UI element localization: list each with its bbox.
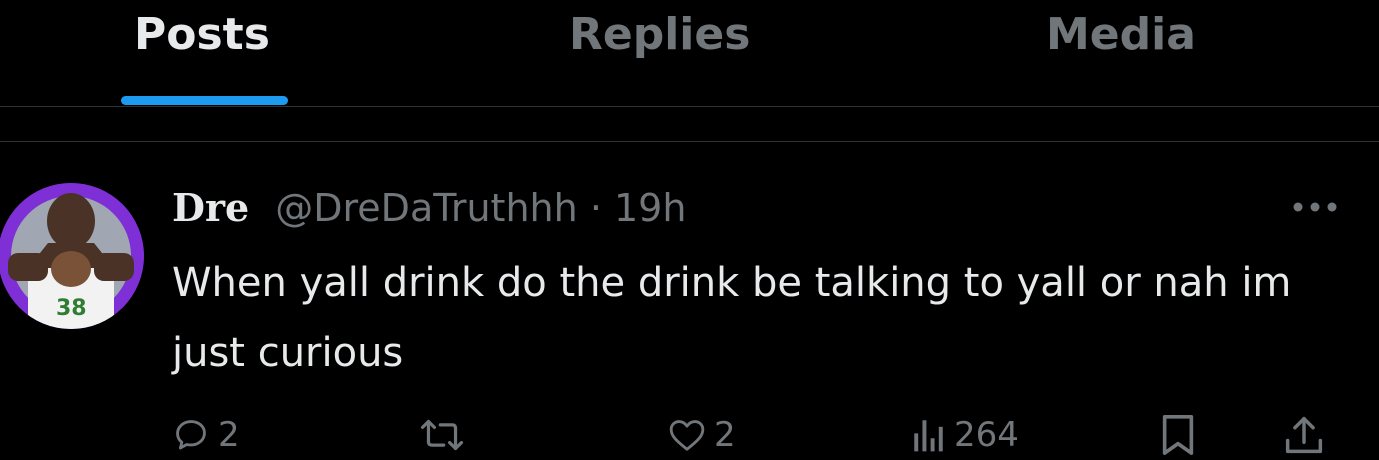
share-button[interactable] (1284, 413, 1324, 457)
like-button[interactable]: 2 (668, 413, 736, 457)
display-name[interactable]: Dre (172, 185, 249, 230)
tab-media[interactable]: Media (1046, 8, 1196, 62)
profile-tabs: Posts Replies Media (0, 0, 1379, 107)
views-chart-icon (914, 420, 943, 452)
separator-dot: · (589, 186, 602, 230)
heart-icon (669, 420, 705, 451)
like-count: 2 (714, 415, 736, 455)
svg-text:38: 38 (56, 296, 87, 321)
more-dots-icon (1293, 202, 1337, 212)
divider (0, 141, 1379, 142)
repost-icon (420, 419, 464, 451)
views-count: 264 (954, 415, 1019, 455)
bookmark-button[interactable] (1160, 413, 1196, 457)
reply-count: 2 (218, 415, 240, 455)
tab-replies[interactable]: Replies (569, 8, 750, 62)
share-icon (1285, 416, 1323, 454)
user-handle[interactable]: @DreDaTruthhh (275, 186, 577, 230)
avatar[interactable]: 38 (0, 183, 144, 329)
avatar-photo-icon: 38 (0, 183, 144, 329)
reply-icon (176, 420, 206, 450)
repost-button[interactable] (420, 413, 472, 457)
more-options-button[interactable] (1290, 192, 1340, 222)
tweet-text: When yall drink do the drink be talking … (172, 260, 1292, 376)
tab-posts[interactable]: Posts (134, 8, 270, 62)
tweet-header: Dre @DreDaTruthhh · 19h (172, 185, 686, 231)
timestamp[interactable]: 19h (614, 186, 686, 230)
bookmark-icon (1162, 415, 1194, 455)
views-button[interactable]: 264 (912, 413, 1019, 457)
reply-button[interactable]: 2 (172, 413, 240, 457)
active-tab-indicator (121, 96, 288, 105)
